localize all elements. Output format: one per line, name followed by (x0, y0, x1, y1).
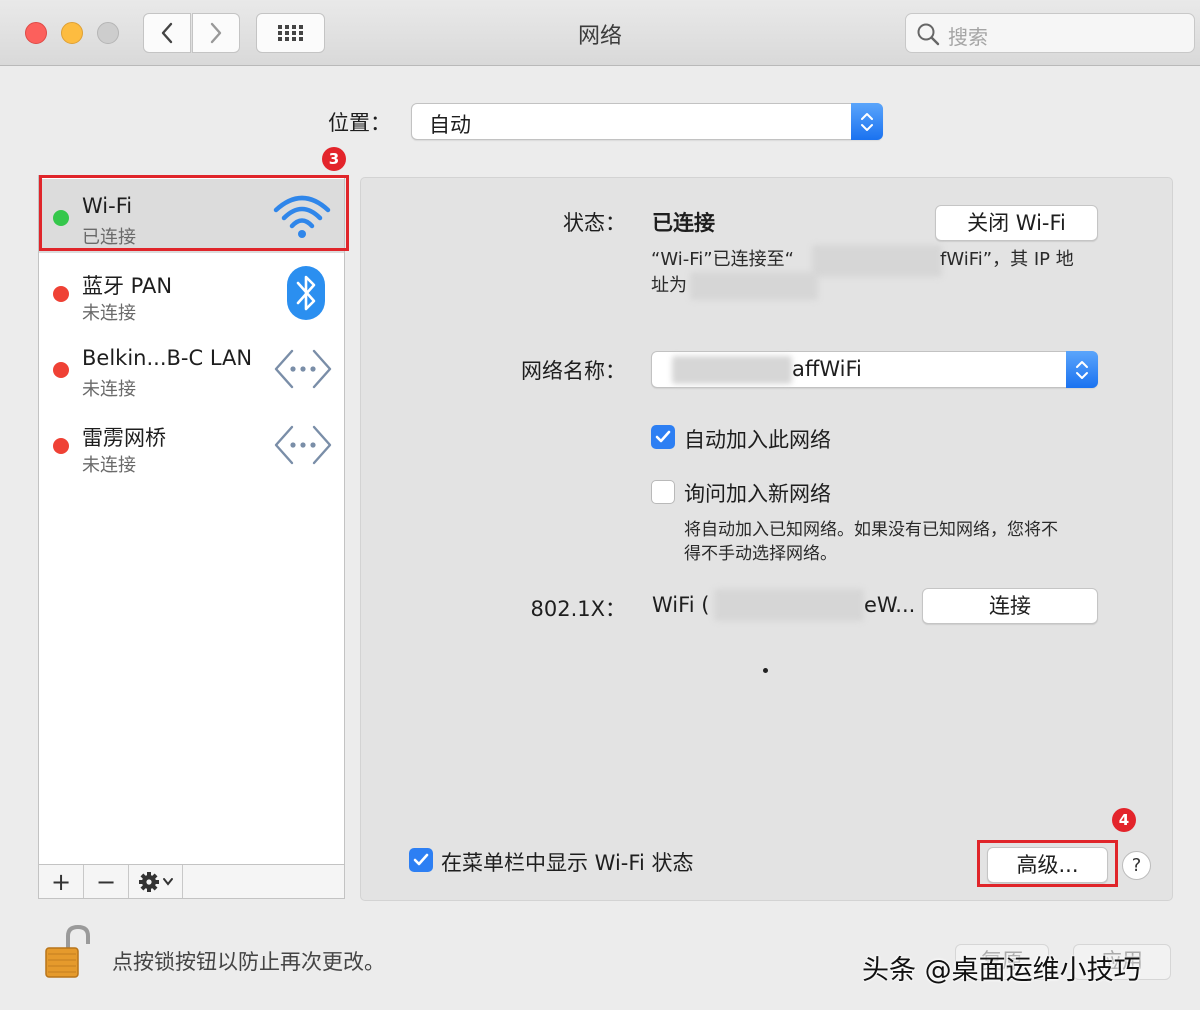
bluetooth-icon (287, 266, 325, 320)
network-name-label: 网络名称： (521, 359, 626, 383)
gear-icon (138, 871, 173, 892)
dot1x-value-part1: WiFi ( (652, 593, 710, 617)
show-menubar-label: 在菜单栏中显示 Wi-Fi 状态 (441, 851, 694, 875)
ask-join-label: 询问加入新网络 (684, 482, 831, 506)
ethernet-icon (274, 349, 332, 389)
unlocked-padlock-icon[interactable] (44, 924, 92, 980)
dot1x-value-part2: eW... (864, 593, 916, 617)
network-name-select[interactable]: affWiFi (651, 351, 1098, 388)
help-button[interactable]: ? (1122, 851, 1151, 880)
add-service-button[interactable]: + (39, 865, 84, 898)
service-status: 未连接 (82, 455, 136, 476)
action-menu-button[interactable] (129, 865, 183, 898)
status-description-line2: 址为 (651, 275, 687, 296)
status-value: 已连接 (652, 211, 715, 235)
location-select[interactable]: 自动 (411, 103, 883, 140)
location-value: 自动 (429, 113, 471, 137)
service-status: 未连接 (82, 303, 136, 324)
title-bar: 网络 搜索 (0, 0, 1200, 66)
ask-join-help-line1: 将自动加入已知网络。如果没有已知网络，您将不 (684, 520, 1058, 540)
turn-off-wifi-button[interactable]: 关闭 Wi-Fi (935, 205, 1098, 241)
auto-join-label: 自动加入此网络 (684, 428, 831, 452)
highlight-box-advanced (977, 840, 1118, 887)
highlight-box-wifi (39, 175, 349, 251)
connect-button[interactable]: 连接 (922, 588, 1098, 624)
status-dot-red (53, 286, 69, 302)
watermark-text: 头条 @桌面运维小技巧 (862, 955, 1141, 986)
ethernet-icon (274, 425, 332, 465)
service-item-bluetooth[interactable]: 蓝牙 PAN 未连接 (39, 255, 344, 329)
annotation-badge-4: 4 (1112, 808, 1136, 832)
status-label: 状态： (563, 211, 626, 235)
location-label: 位置： (328, 111, 391, 135)
status-description-part2: fWiFi”，其 IP 地 (940, 249, 1074, 270)
service-item-thunderbolt-bridge[interactable]: 雷雳网桥 未连接 (39, 407, 344, 481)
dot1x-label: 802.1X： (530, 597, 626, 621)
search-field[interactable]: 搜索 (905, 13, 1195, 53)
redacted-ssid (812, 245, 942, 277)
chevron-updown-icon (1076, 360, 1088, 379)
ask-join-help-line2: 得不手动选择网络。 (684, 544, 837, 564)
select-stepper[interactable] (1066, 351, 1098, 388)
service-status: 未连接 (82, 379, 136, 400)
network-name-value: affWiFi (792, 357, 862, 381)
show-menubar-checkbox[interactable] (409, 848, 433, 872)
search-icon (917, 23, 940, 46)
chevron-updown-icon (861, 112, 873, 131)
checkmark-icon (413, 853, 429, 866)
status-dot-red (53, 362, 69, 378)
service-name: 蓝牙 PAN (82, 274, 173, 298)
remove-service-button[interactable]: − (84, 865, 129, 898)
service-list-toolbar: + − (38, 864, 345, 899)
checkmark-icon (655, 430, 671, 443)
select-stepper[interactable] (851, 103, 883, 140)
redacted-dot1x (714, 589, 864, 621)
ask-join-checkbox[interactable] (651, 480, 675, 504)
search-placeholder: 搜索 (948, 25, 988, 49)
service-item-belkin-lan[interactable]: Belkin...B-C LAN 未连接 (39, 331, 344, 405)
annotation-badge-3: 3 (322, 147, 346, 171)
redacted-ip (690, 272, 818, 300)
service-list: Wi-Fi 已连接 蓝牙 PAN 未连接 Belkin...B-C LAN 未连… (38, 175, 345, 865)
service-name: Belkin...B-C LAN (82, 346, 253, 370)
auto-join-checkbox[interactable] (651, 425, 675, 449)
lock-hint-text: 点按锁按钮以防止再次更改。 (112, 950, 385, 974)
status-dot-red (53, 438, 69, 454)
service-name: 雷雳网桥 (82, 426, 166, 450)
redacted-network-name (672, 356, 792, 384)
stray-dot (763, 668, 768, 673)
status-description-part1: “Wi-Fi”已连接至“ (651, 249, 794, 270)
